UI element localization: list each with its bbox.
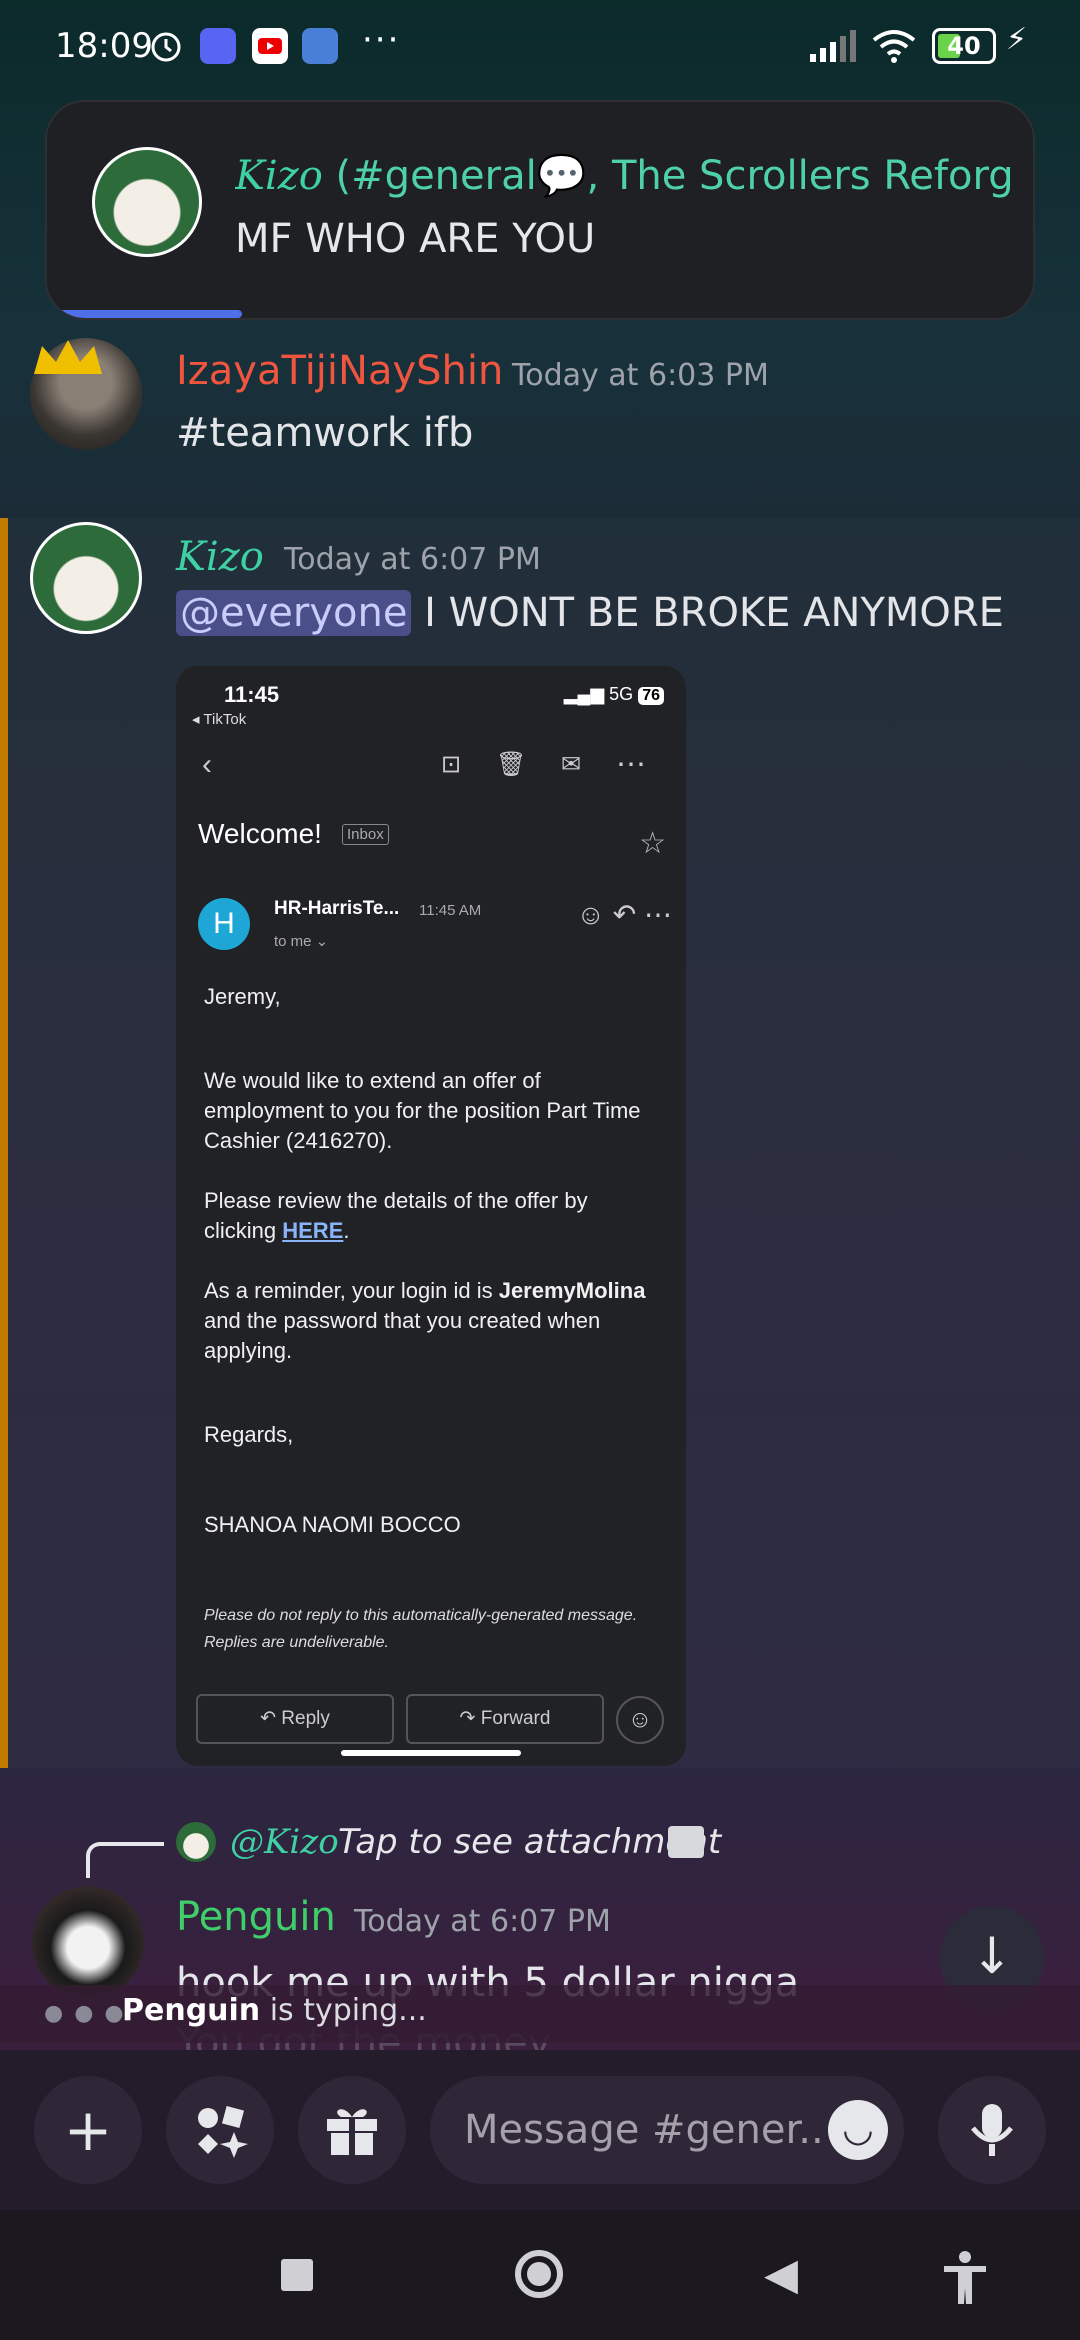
- arrow-down-icon: ↓: [971, 1927, 1013, 1985]
- email-forward-button: ↷ Forward: [406, 1694, 604, 1744]
- reply-avatar: [176, 1822, 216, 1862]
- more-notifications-icon: ···: [362, 20, 401, 60]
- email-signature: SHANOA NAOMI BOCCO: [204, 1512, 461, 1537]
- username[interactable]: IzayaTijiNayShin: [176, 348, 503, 394]
- email-paragraph: Please review the details of the offer b…: [204, 1188, 588, 1243]
- accessibility-icon: [940, 2251, 990, 2317]
- notification-progress: [47, 310, 242, 318]
- notification-channel: (#general💬, The Scrollers Reforg...: [322, 153, 1015, 199]
- email-reply-button: ↶ Reply: [196, 1694, 394, 1744]
- notification-title: Kizo (#general💬, The Scrollers Reforg...: [235, 152, 1015, 199]
- message-input[interactable]: [464, 2076, 824, 2184]
- more-icon: ⋯: [616, 748, 646, 781]
- email-sender: HR-HarrisTe...: [274, 898, 400, 919]
- voice-message-button[interactable]: [938, 2076, 1046, 2184]
- status-time: 18:09: [55, 26, 153, 66]
- reply-text[interactable]: Tap to see attachment: [338, 1822, 721, 1862]
- sender-avatar: H: [198, 898, 250, 950]
- username[interactable]: Kizo: [176, 534, 264, 580]
- crown-icon: [28, 338, 108, 378]
- email-footer: Please do not reply to this automaticall…: [204, 1607, 638, 1651]
- charging-icon: ⚡: [1006, 22, 1028, 57]
- home-indicator: [341, 1750, 521, 1756]
- emoji-button[interactable]: ◡: [828, 2100, 888, 2160]
- message-text: @everyone I WONT BE BROKE ANYMORE: [176, 590, 1004, 636]
- inbox-label: Inbox: [342, 824, 389, 845]
- apps-icon: [190, 2105, 250, 2172]
- reply-username[interactable]: @Kizo: [230, 1822, 339, 1862]
- email-body: Jeremy, We would like to extend an offer…: [204, 982, 664, 1570]
- home-icon: [515, 2250, 563, 2298]
- notification-avatar: [92, 147, 202, 257]
- phone-status: ▂▄▆ 5G 76: [564, 684, 664, 705]
- message-text: #teamwork ifb: [176, 410, 474, 456]
- reply-connector: [86, 1842, 164, 1878]
- back-button[interactable]: ◀: [756, 2250, 806, 2300]
- recents-button[interactable]: [272, 2250, 322, 2300]
- trash-icon: 🗑: [496, 751, 527, 778]
- timestamp: Today at 6:03 PM: [512, 358, 769, 393]
- back-to-app: ◂ TikTok: [192, 711, 247, 728]
- username[interactable]: Penguin: [176, 1894, 336, 1940]
- email-greeting: Jeremy,: [204, 984, 281, 1009]
- everyone-mention[interactable]: @everyone: [176, 590, 412, 636]
- email-emoji-icon: ☺: [616, 1696, 664, 1744]
- archive-icon: ⊡: [440, 751, 462, 778]
- system-navigation-bar: ◀: [0, 2210, 1080, 2340]
- wifi-icon: [870, 28, 918, 64]
- alarm-icon: [148, 28, 184, 64]
- email-regards: Regards,: [204, 1422, 294, 1447]
- avatar[interactable]: [30, 522, 142, 634]
- discord-icon: [200, 28, 236, 64]
- typing-dots-icon: ● ● ●: [44, 2001, 126, 2026]
- apps-button[interactable]: [166, 2076, 274, 2184]
- notification-banner[interactable]: Kizo (#general💬, The Scrollers Reforg...…: [45, 100, 1035, 320]
- email-paragraph: We would like to extend an offer of empl…: [204, 1068, 641, 1153]
- message-input-wrapper: ◡: [430, 2076, 904, 2184]
- smile-icon: ◡: [842, 2109, 874, 2150]
- battery-icon: 40: [932, 28, 996, 64]
- avatar[interactable]: [32, 1886, 144, 1998]
- email-time: 11:45 AM: [419, 902, 482, 919]
- image-attachment[interactable]: 11:45 ◂ TikTok ▂▄▆ 5G 76 ‹ ⊡ 🗑 ✉ ⋯ Welco…: [176, 666, 686, 1766]
- email-subject: Welcome!: [198, 818, 322, 849]
- youtube-icon: [252, 28, 288, 64]
- image-icon: [668, 1826, 704, 1858]
- add-attachment-button[interactable]: +: [34, 2076, 142, 2184]
- back-triangle-icon: ◀: [764, 2249, 798, 2300]
- signal-icon: [808, 28, 858, 64]
- square-icon: [281, 2259, 313, 2291]
- status-bar: 18:09 ··· 40 ⚡: [0, 0, 1080, 96]
- plus-icon: +: [63, 2096, 113, 2164]
- message-composer: + ◡: [0, 2050, 1080, 2210]
- timestamp: Today at 6:07 PM: [284, 542, 541, 577]
- notification-sender: Kizo: [235, 153, 323, 199]
- email-actions: ☺ ↶ ⋯: [576, 899, 672, 930]
- typing-text: Penguin is typing...: [122, 1993, 427, 2028]
- phone-time: 11:45: [224, 682, 280, 707]
- back-arrow-icon: ‹: [202, 748, 212, 781]
- mail-icon: ✉: [560, 751, 582, 778]
- accessibility-button[interactable]: [940, 2250, 990, 2304]
- microphone-icon: [967, 2104, 1017, 2172]
- notification-body: MF WHO ARE YOU: [235, 216, 596, 262]
- timestamp: Today at 6:07 PM: [354, 1904, 611, 1939]
- typing-indicator: ● ● ● Penguin is typing...: [0, 1985, 1080, 2043]
- email-paragraph: As a reminder, your login id is JeremyMo…: [204, 1278, 646, 1363]
- gift-button[interactable]: [298, 2076, 406, 2184]
- star-icon: ☆: [639, 827, 666, 860]
- gift-icon: [323, 2109, 381, 2171]
- home-button[interactable]: [514, 2250, 564, 2300]
- email-recipient: to me ⌄: [274, 933, 329, 950]
- app-icon: [302, 28, 338, 64]
- mention-highlight-bar: [0, 518, 8, 1768]
